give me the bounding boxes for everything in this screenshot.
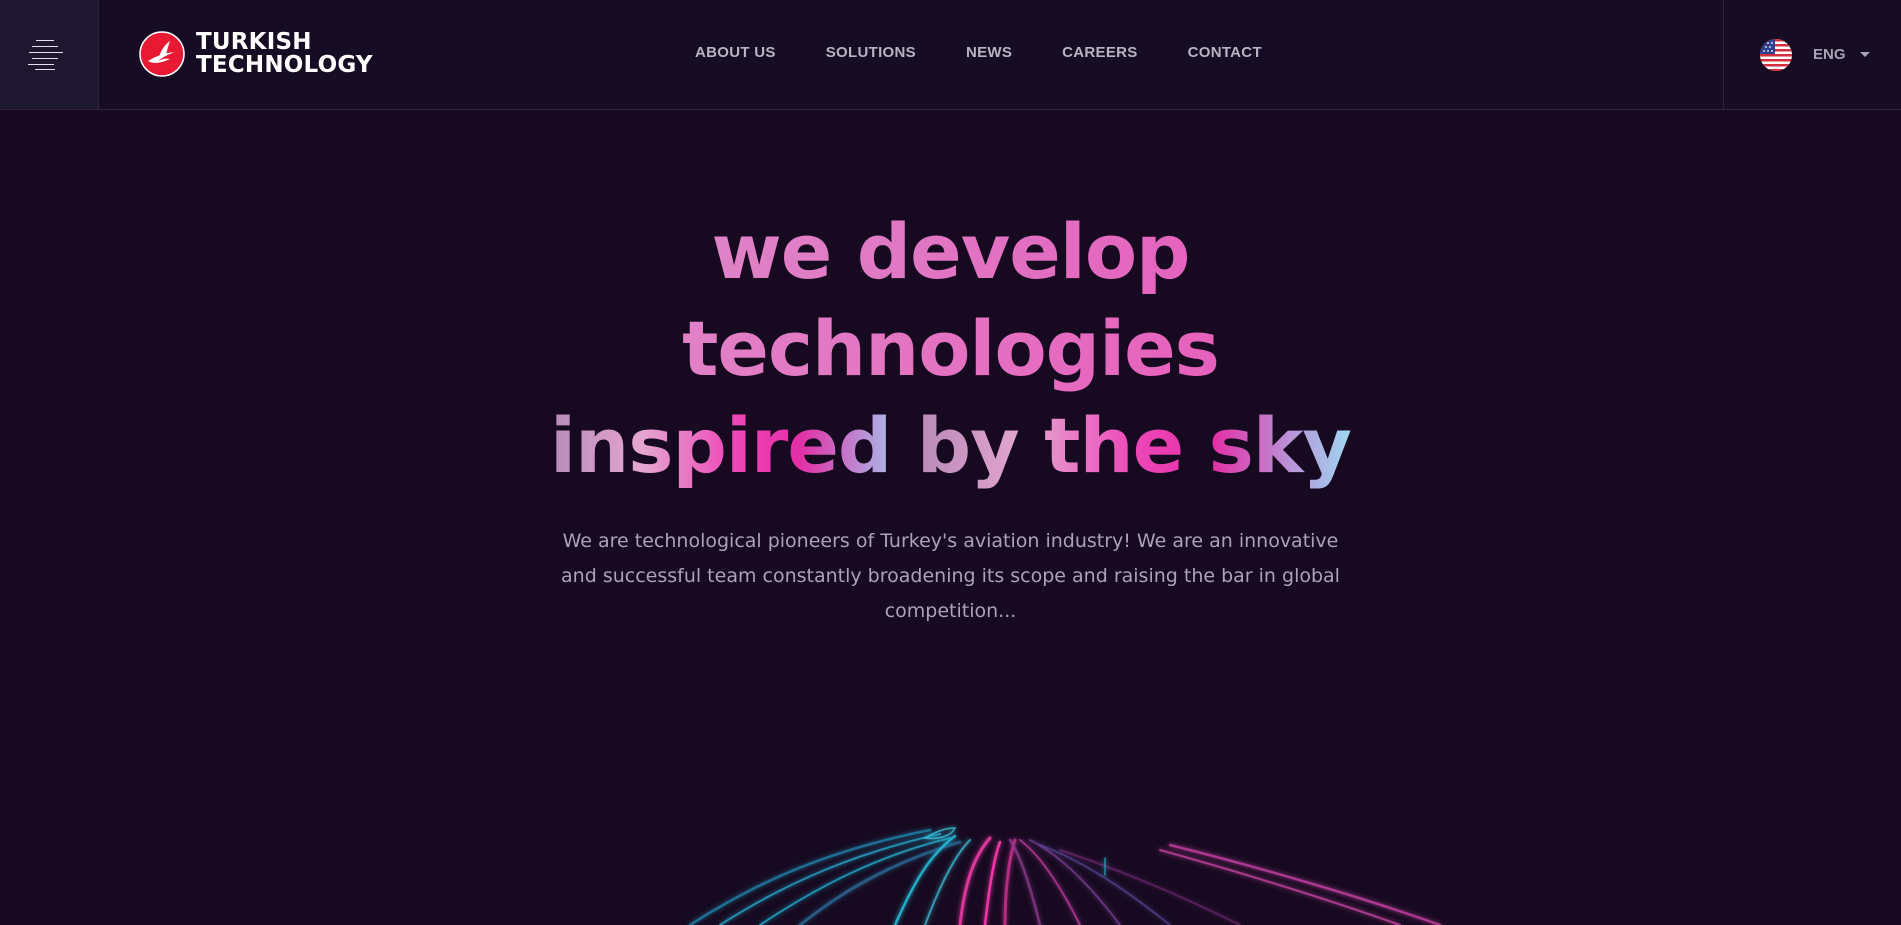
menu-button[interactable] (0, 0, 99, 109)
site-logo[interactable]: TURKISH TECHNOLOGY (139, 30, 373, 78)
nav-solutions[interactable]: SOLUTIONS (826, 44, 916, 61)
nav-contact[interactable]: CONTACT (1188, 44, 1262, 61)
us-flag-icon[interactable] (1760, 39, 1792, 71)
language-selector[interactable]: ENG (1723, 0, 1901, 109)
page: TURKISH TECHNOLOGY ABOUT US SOLUTIONS NE… (0, 0, 1901, 925)
hero-title-line3: inspired by the sky (0, 397, 1901, 494)
hero-description: We are technological pioneers of Turkey'… (561, 530, 1340, 622)
hero-title-line3-a: inspired (550, 401, 917, 490)
nav-news[interactable]: NEWS (966, 44, 1012, 61)
hero-title-line1: we develop (0, 203, 1901, 300)
logo-line1: TURKISH (196, 29, 312, 55)
logo-wordmark: TURKISH TECHNOLOGY (196, 31, 373, 77)
hero-title-line3-b: by the sky (916, 401, 1352, 490)
nav-about-us[interactable]: ABOUT US (695, 44, 776, 61)
logo-line2: TECHNOLOGY (196, 52, 373, 78)
main-nav: ABOUT US SOLUTIONS NEWS CAREERS CONTACT (695, 44, 1262, 61)
hero-title-line2: technologies (0, 300, 1901, 397)
nav-careers[interactable]: CAREERS (1062, 44, 1137, 61)
hero-title: we develop technologies inspired by the … (0, 203, 1901, 494)
turkish-airlines-bird-icon (139, 31, 185, 77)
language-label[interactable]: ENG (1813, 46, 1846, 63)
site-header: TURKISH TECHNOLOGY ABOUT US SOLUTIONS NE… (0, 0, 1901, 110)
chevron-down-icon[interactable] (1860, 52, 1870, 57)
light-streaks-illustration (688, 827, 1442, 925)
